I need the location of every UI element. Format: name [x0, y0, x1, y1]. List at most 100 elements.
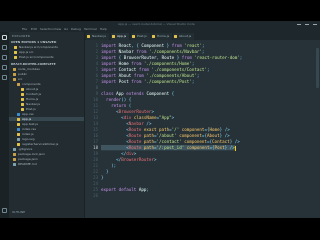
- explorer-item[interactable]: Post.js src\components: [9, 55, 84, 59]
- explorer-item[interactable]: About.js: [9, 87, 84, 91]
- file-icon: [17, 137, 20, 141]
- explorer-item[interactable]: package.json: [9, 157, 84, 161]
- code-area[interactable]: import React, { Component } from 'react'…: [101, 40, 320, 218]
- explorer-item[interactable]: App.js src: [9, 50, 84, 54]
- explorer-item-label: public: [18, 72, 28, 76]
- folder-icon: [13, 72, 16, 76]
- source-control-icon[interactable]: [2, 55, 7, 60]
- explorer-item[interactable]: README.md: [9, 162, 84, 166]
- explorer-item-label: package.json: [18, 157, 38, 161]
- file-icon: [13, 162, 16, 166]
- tab-label: Navbar.js: [92, 34, 106, 38]
- editor-scrollbar[interactable]: [316, 48, 319, 88]
- text-cursor: [234, 145, 236, 151]
- line-number-gutter: 1 2 3 4 5 6 7 8 9 10 11 12 13 14 15 16 17 18 19 20 21 22 23 24 2…: [85, 40, 101, 218]
- file-icon: [17, 127, 20, 131]
- open-editors-header[interactable]: OPEN EDITORS 1 UNSAVED: [11, 40, 56, 44]
- explorer-item-label: Home.js: [26, 97, 39, 101]
- explorer-item[interactable]: src: [9, 77, 84, 81]
- explorer-item-label: index.js: [22, 132, 34, 136]
- explorer-item[interactable]: Contact.js: [9, 92, 84, 96]
- minimize-icon[interactable]: [296, 22, 302, 26]
- file-icon: [21, 97, 24, 101]
- explorer-icon[interactable]: [2, 35, 7, 40]
- explorer-item[interactable]: registerServiceWorker.js: [9, 142, 84, 146]
- explorer-item[interactable]: App.js: [9, 117, 84, 121]
- code-editor[interactable]: 1 2 3 4 5 6 7 8 9 10 11 12 13 14 15 16 17 18 19 20 21 22 23 24 2…: [85, 40, 320, 218]
- tab-about[interactable]: About.js: [173, 33, 195, 40]
- explorer-item-label: src: [18, 77, 23, 81]
- explorer-item[interactable]: App.test.js: [9, 122, 84, 126]
- explorer-item[interactable]: Navbar.js src\components: [9, 45, 84, 49]
- file-icon: [21, 102, 24, 106]
- project-header[interactable]: REACT-ROUTER-COMPLETE: [11, 62, 56, 66]
- explorer-item[interactable]: index.js: [9, 132, 84, 136]
- code-line[interactable]: export default App;: [101, 187, 149, 193]
- file-icon: [21, 92, 24, 96]
- explorer-item[interactable]: index.css: [9, 127, 84, 131]
- explorer-item[interactable]: package-lock.json: [9, 152, 84, 156]
- js-file-icon: [174, 35, 177, 38]
- tab-home[interactable]: Home.js: [151, 33, 173, 40]
- explorer-item-label: registerServiceWorker.js: [22, 142, 59, 146]
- explorer-sidebar: EXPLORER OPEN EDITORS 1 UNSAVED Navbar.j…: [9, 32, 85, 218]
- activity-bar: [0, 32, 9, 218]
- search-icon[interactable]: [2, 45, 7, 50]
- explorer-item[interactable]: components: [9, 82, 84, 86]
- explorer-item-label: logo.svg: [22, 137, 35, 141]
- settings-gear-icon[interactable]: [2, 208, 7, 213]
- explorer-item-label: components: [22, 82, 41, 86]
- explorer-item[interactable]: App.css: [9, 112, 84, 116]
- file-icon: [17, 117, 20, 121]
- explorer-header: EXPLORER: [12, 34, 31, 38]
- vscode-window: App.js — react-router-tutorial — Visual …: [0, 21, 320, 218]
- explorer-item[interactable]: logo.svg: [9, 137, 84, 141]
- close-icon[interactable]: [312, 22, 318, 26]
- file-icon: [21, 87, 24, 91]
- tab-label: Post.js: [137, 34, 147, 38]
- file-icon: [17, 122, 20, 126]
- js-file-icon: [87, 35, 90, 38]
- code-line[interactable]: import Post from './components/Post';: [101, 79, 194, 85]
- explorer-item-label: App.js src: [19, 50, 34, 54]
- explorer-item[interactable]: node_modules: [9, 67, 84, 71]
- tab-navbar[interactable]: Navbar.js: [86, 33, 109, 40]
- explorer-item[interactable]: .gitignore: [9, 147, 84, 151]
- explorer-item-label: README.md: [18, 162, 37, 166]
- explorer-item[interactable]: Post.js: [9, 107, 84, 111]
- file-icon: [13, 147, 16, 151]
- editor-tabs: Navbar.js App.js Post.js Home.js About.js: [85, 32, 320, 40]
- file-icon: [17, 132, 20, 136]
- explorer-item-label: index.css: [22, 127, 36, 131]
- extensions-icon[interactable]: [2, 75, 7, 80]
- explorer-item[interactable]: public: [9, 72, 84, 76]
- explorer-item[interactable]: Navbar.js: [9, 102, 84, 106]
- letterbox-top: [0, 0, 320, 21]
- debug-icon[interactable]: [2, 65, 7, 70]
- file-icon: [14, 50, 17, 54]
- explorer-item-label: Navbar.js src\components: [19, 45, 58, 49]
- explorer-item-label: App.js: [22, 117, 32, 121]
- file-icon: [21, 107, 24, 111]
- explorer-item-label: Navbar.js: [26, 102, 40, 106]
- file-icon: [13, 157, 16, 161]
- file-icon: [17, 142, 20, 146]
- explorer-item-label: App.test.js: [22, 122, 38, 126]
- letterbox-bottom: [0, 218, 320, 240]
- tab-app[interactable]: App.js: [111, 33, 130, 40]
- code-line[interactable]: }: [101, 175, 104, 181]
- explorer-item[interactable]: Home.js: [9, 97, 84, 101]
- folder-icon: [13, 77, 16, 81]
- folder-icon: [13, 67, 16, 71]
- js-file-icon: [132, 35, 135, 38]
- tab-post[interactable]: Post.js: [131, 33, 150, 40]
- tab-label: Home.js: [157, 34, 170, 38]
- outline-header[interactable]: OUTLINE: [12, 210, 25, 214]
- file-icon: [14, 55, 17, 59]
- explorer-item-label: node_modules: [18, 67, 40, 71]
- explorer-item-label: Post.js src\components: [19, 55, 54, 59]
- file-icon: [17, 112, 20, 116]
- maximize-icon[interactable]: [304, 22, 310, 26]
- tab-label: App.js: [117, 34, 127, 38]
- explorer-item-label: About.js: [26, 87, 39, 91]
